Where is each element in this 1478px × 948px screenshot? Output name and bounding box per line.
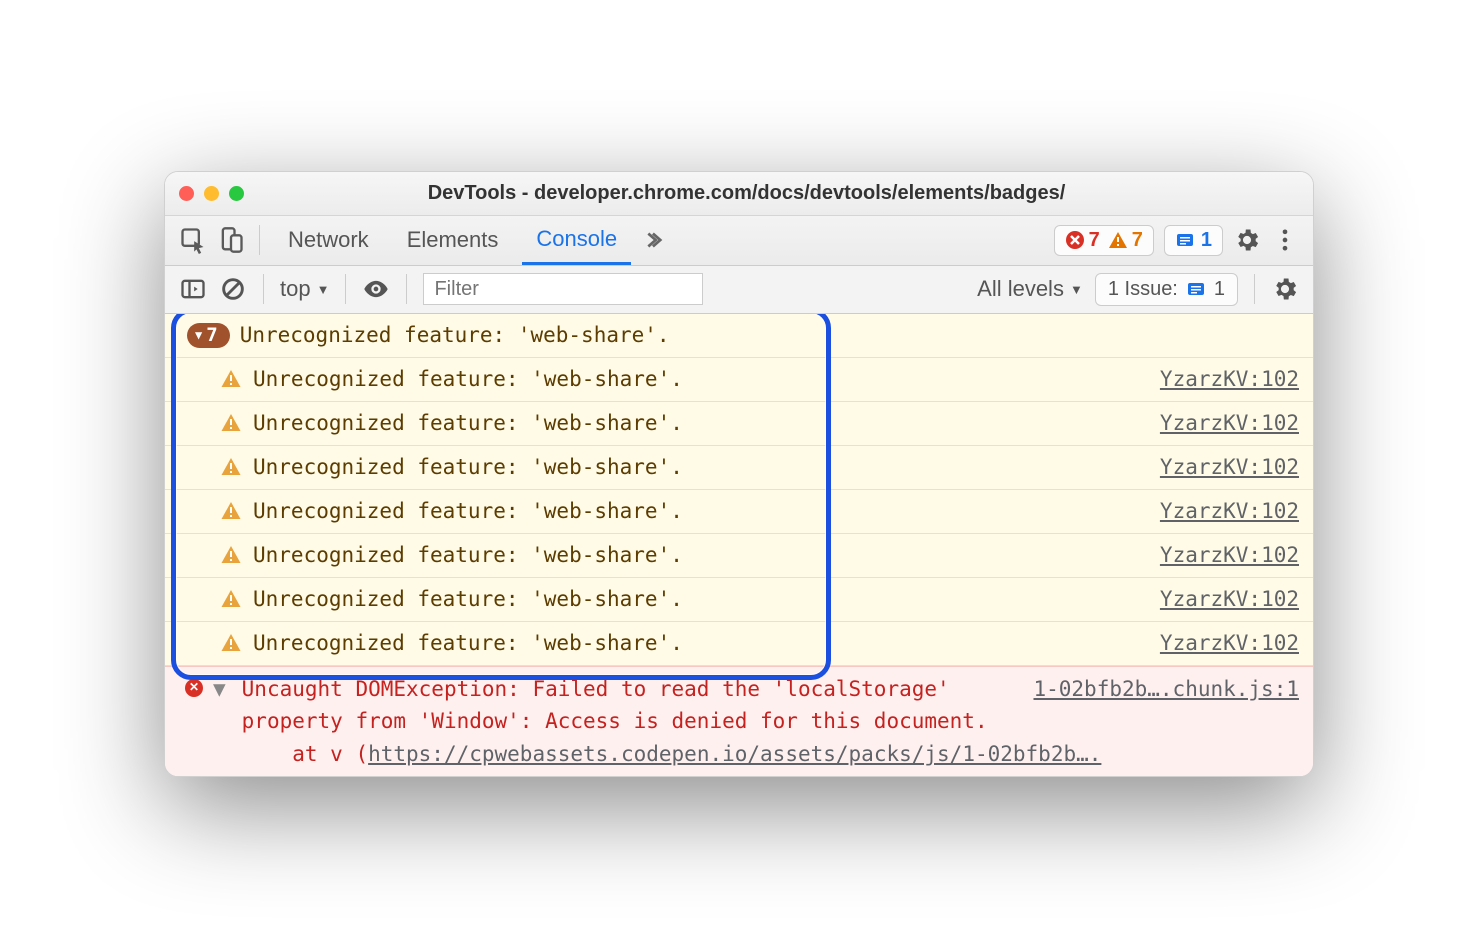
warning-message: Unrecognized feature: 'web-share'. [253,631,1160,655]
console-error-row[interactable]: ▼ 1-02bfb2b….chunk.js:1 Uncaught DOMExce… [165,666,1313,777]
source-link[interactable]: YzarzKV:102 [1160,455,1299,479]
console-warning-row[interactable]: Unrecognized feature: 'web-share'. Yzarz… [165,490,1313,534]
console-warning-row[interactable]: Unrecognized feature: 'web-share'. Yzarz… [165,446,1313,490]
source-link[interactable]: YzarzKV:102 [1160,631,1299,655]
console-warning-row[interactable]: Unrecognized feature: 'web-share'. Yzarz… [165,402,1313,446]
source-link[interactable]: YzarzKV:102 [1160,411,1299,435]
separator [263,274,264,304]
error-icon [185,679,203,697]
clear-console-icon[interactable] [219,275,247,303]
source-link[interactable]: YzarzKV:102 [1160,543,1299,567]
warning-icon [221,413,241,433]
error-source-link[interactable]: 1-02bfb2b….chunk.js:1 [1033,673,1299,706]
warning-message: Unrecognized feature: 'web-share'. [253,543,1160,567]
main-toolbar: Network Elements Console 7 7 1 [165,216,1313,266]
error-message: Uncaught DOMException: Failed to read th… [242,677,988,734]
warning-message: Unrecognized feature: 'web-share'. [253,499,1160,523]
live-expression-icon[interactable] [362,275,390,303]
warning-icon [221,501,241,521]
separator [345,274,346,304]
issues-button[interactable]: 1 Issue: 1 [1095,273,1238,306]
separator [406,274,407,304]
devtools-window: DevTools - developer.chrome.com/docs/dev… [164,171,1314,778]
console-warning-row[interactable]: Unrecognized feature: 'web-share'. Yzarz… [165,358,1313,402]
tab-network[interactable]: Network [274,216,383,265]
source-link[interactable]: YzarzKV:102 [1160,587,1299,611]
console-body: ▼ 7 Unrecognized feature: 'web-share'. U… [165,314,1313,777]
stack-link[interactable]: https://cpwebassets.codepen.io/assets/pa… [368,742,1101,766]
tab-console[interactable]: Console [522,216,631,265]
warning-message: Unrecognized feature: 'web-share'. [253,367,1160,391]
console-toolbar: top ▼ All levels ▼ 1 Issue: 1 [165,266,1313,314]
console-sidebar-toggle-icon[interactable] [179,275,207,303]
group-count: 7 [206,324,217,346]
traffic-lights [179,186,244,201]
maximize-window-button[interactable] [229,186,244,201]
chevron-down-icon: ▼ [317,282,330,297]
minimize-window-button[interactable] [204,186,219,201]
inspect-element-icon[interactable] [179,226,207,254]
warning-message: Unrecognized feature: 'web-share'. [253,455,1160,479]
device-toggle-icon[interactable] [217,226,245,254]
triangle-down-icon: ▼ [195,328,202,342]
warning-icon [221,633,241,653]
stack-prefix: at v ( [242,742,368,766]
issues-button-count: 1 [1214,278,1225,301]
separator [259,225,260,255]
source-link[interactable]: YzarzKV:102 [1160,367,1299,391]
console-warning-row[interactable]: Unrecognized feature: 'web-share'. Yzarz… [165,622,1313,666]
filter-input[interactable] [423,273,703,305]
settings-icon[interactable] [1233,226,1261,254]
warning-icon [221,589,241,609]
log-levels-selector[interactable]: All levels ▼ [977,276,1083,302]
source-link[interactable]: YzarzKV:102 [1160,499,1299,523]
console-warning-row[interactable]: Unrecognized feature: 'web-share'. Yzarz… [165,578,1313,622]
warning-count: 7 [1132,229,1143,252]
warning-message: Unrecognized feature: 'web-share'. [253,587,1160,611]
warning-icon [221,369,241,389]
levels-label: All levels [977,276,1064,302]
warning-icon [221,457,241,477]
issues-button-prefix: 1 Issue: [1108,278,1178,301]
separator [1254,274,1255,304]
titlebar: DevTools - developer.chrome.com/docs/dev… [165,172,1313,216]
context-label: top [280,276,311,302]
window-title: DevTools - developer.chrome.com/docs/dev… [254,182,1299,205]
group-count-badge[interactable]: ▼ 7 [187,323,230,348]
group-message: Unrecognized feature: 'web-share'. [240,323,670,347]
more-tabs-icon[interactable] [641,226,663,254]
context-selector[interactable]: top ▼ [280,276,329,302]
kebab-menu-icon[interactable] [1271,226,1299,254]
issues-badge[interactable]: 1 [1164,225,1223,256]
console-warning-row[interactable]: Unrecognized feature: 'web-share'. Yzarz… [165,534,1313,578]
warning-icon [221,545,241,565]
error-count: 7 [1089,229,1100,252]
error-warning-badge[interactable]: 7 7 [1054,225,1154,256]
close-window-button[interactable] [179,186,194,201]
tab-elements[interactable]: Elements [393,216,513,265]
console-settings-icon[interactable] [1271,275,1299,303]
warning-group-header[interactable]: ▼ 7 Unrecognized feature: 'web-share'. [165,314,1313,358]
chevron-down-icon: ▼ [1070,282,1083,297]
issues-count: 1 [1201,229,1212,252]
warning-message: Unrecognized feature: 'web-share'. [253,411,1160,435]
triangle-down-icon[interactable]: ▼ [213,673,226,706]
